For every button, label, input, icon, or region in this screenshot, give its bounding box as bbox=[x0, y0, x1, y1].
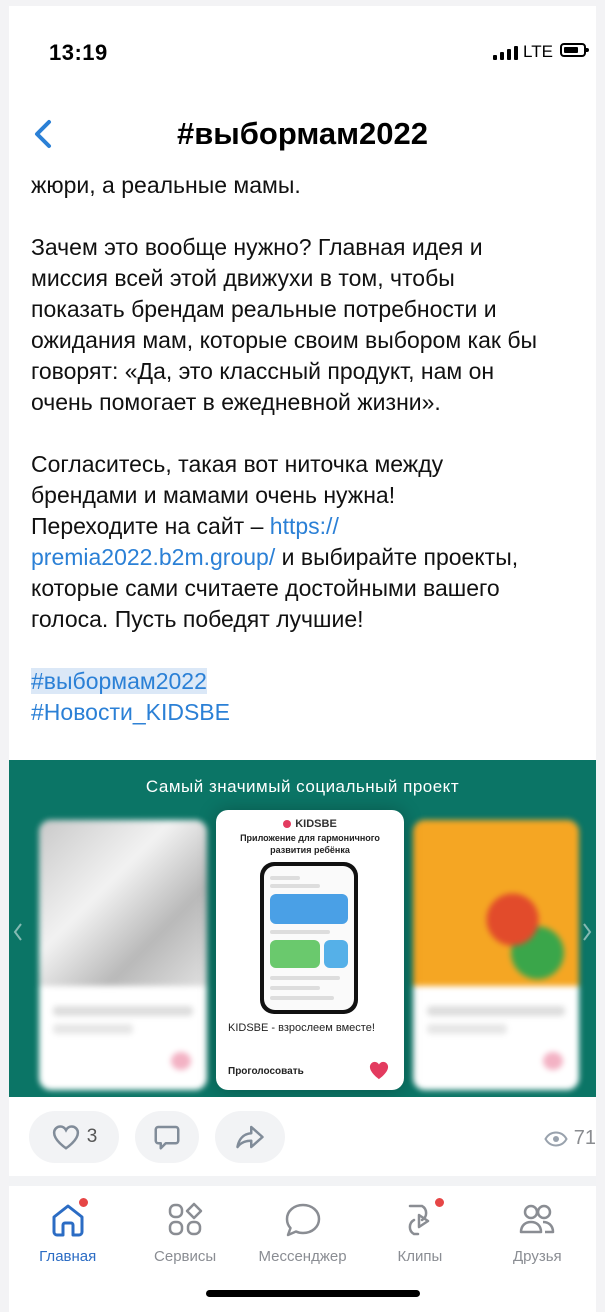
post-line: миссия всей этой движухи в том, чтобы bbox=[31, 265, 455, 291]
hashtag-link[interactable]: #Новости_KIDSBE bbox=[31, 699, 230, 725]
post-line: Переходите на сайт – https:// bbox=[31, 511, 591, 542]
status-time: 13:19 bbox=[49, 40, 108, 65]
post-line: Согласитесь, такая вот ниточка между bbox=[31, 451, 444, 477]
eye-icon bbox=[544, 1130, 568, 1147]
blurred-project-card bbox=[413, 820, 579, 1090]
post-paragraph: жюри, а реальные мамы. bbox=[31, 172, 301, 198]
views-counter: 71 bbox=[544, 1127, 596, 1150]
brand-logo-text: KIDSBE bbox=[295, 818, 337, 830]
notification-dot bbox=[77, 1196, 90, 1209]
post-text-span: и выбирайте проекты, bbox=[275, 544, 519, 570]
site-link[interactable]: https:// bbox=[270, 513, 339, 539]
post-line: ожидания мам, которые своим выбором как … bbox=[31, 327, 538, 353]
bottom-tab-bar: Главная Сервисы Мессенджер Клипы Друзья bbox=[9, 1186, 596, 1276]
post-line: Зачем это вообще нужно? Главная идея и bbox=[31, 234, 483, 260]
tab-clips[interactable]: Клипы bbox=[361, 1186, 478, 1276]
tab-label: Друзья bbox=[513, 1248, 562, 1265]
site-link-cont[interactable]: premia2022.b2m.group/ bbox=[31, 544, 275, 570]
hashtag-line: #Новости_KIDSBE bbox=[31, 697, 591, 728]
heart-icon bbox=[369, 1061, 389, 1080]
network-label: LTE bbox=[523, 42, 553, 61]
battery-icon bbox=[560, 43, 589, 57]
share-button[interactable] bbox=[215, 1111, 285, 1163]
chat-bubble-icon bbox=[285, 1203, 320, 1237]
tab-services[interactable]: Сервисы bbox=[126, 1186, 243, 1276]
home-indicator bbox=[206, 1290, 420, 1297]
page-title: #выбормам2022 bbox=[176, 116, 429, 151]
post-line: которые сами считаете достойными вашего bbox=[31, 575, 500, 601]
like-count: 3 bbox=[86, 1126, 98, 1147]
heart-outline-icon bbox=[52, 1125, 79, 1150]
featured-project-card: KIDSBE Приложение для гармоничного разви… bbox=[216, 810, 404, 1090]
notification-dot bbox=[433, 1196, 447, 1209]
tab-label: Главная bbox=[39, 1248, 97, 1265]
card-subtitle: Приложение для гармоничного развития реб… bbox=[240, 833, 380, 855]
comment-icon bbox=[154, 1125, 180, 1150]
tab-home[interactable]: Главная bbox=[9, 1186, 126, 1276]
tab-label: Мессенджер bbox=[258, 1248, 347, 1265]
image-caption: Самый значимый социальный проект bbox=[145, 777, 460, 796]
vote-label: Проголосовать bbox=[228, 1066, 304, 1077]
post-line: premia2022.b2m.group/ и выбирайте проект… bbox=[31, 542, 591, 573]
chevron-right-icon bbox=[583, 923, 592, 941]
phone-screen: 13:19 LTE #выбормам2022 жюри, а реальные… bbox=[9, 6, 596, 1312]
tab-messenger[interactable]: Мессенджер bbox=[244, 1186, 361, 1276]
card-text: KIDSBE - взрослеем вместе! bbox=[228, 1022, 375, 1034]
tab-friends[interactable]: Друзья bbox=[479, 1186, 596, 1276]
like-button[interactable]: 3 bbox=[29, 1111, 119, 1163]
post-line: голоса. Пусть победят лучшие! bbox=[31, 606, 364, 632]
signal-icon bbox=[493, 44, 518, 60]
friends-icon bbox=[520, 1204, 555, 1234]
hashtag-line: #выбормам2022 bbox=[31, 666, 591, 697]
post-image[interactable]: Самый значимый социальный проект KIDSBE … bbox=[9, 760, 596, 1097]
post-text-span: Переходите на сайт – bbox=[31, 513, 270, 539]
hashtag-link[interactable]: #выбормам2022 bbox=[31, 668, 207, 694]
brand-logo: KIDSBE bbox=[216, 818, 404, 830]
post-actions: 3 71 bbox=[9, 1109, 596, 1167]
post-text: жюри, а реальные мамы. Зачем это вообще … bbox=[31, 170, 591, 728]
blurred-project-card bbox=[39, 820, 207, 1090]
views-count: 71 bbox=[573, 1127, 596, 1149]
chevron-left-icon bbox=[13, 923, 22, 941]
share-arrow-icon bbox=[236, 1125, 264, 1149]
post-line: очень помогает в ежедневной жизни». bbox=[31, 389, 441, 415]
tab-label: Клипы bbox=[397, 1248, 443, 1265]
header: #выбормам2022 bbox=[9, 106, 596, 166]
phone-mockup bbox=[260, 862, 358, 1014]
post-line: показать брендам реальные потребности и bbox=[31, 296, 497, 322]
status-bar: 13:19 LTE bbox=[9, 6, 596, 96]
grid-icon bbox=[168, 1202, 203, 1236]
divider bbox=[9, 1176, 596, 1186]
comment-button[interactable] bbox=[135, 1111, 199, 1163]
tab-label: Сервисы bbox=[154, 1248, 217, 1265]
post-line: говорят: «Да, это классный продукт, нам … bbox=[31, 358, 495, 384]
post-line: брендами и мамами очень нужна! bbox=[31, 482, 396, 508]
